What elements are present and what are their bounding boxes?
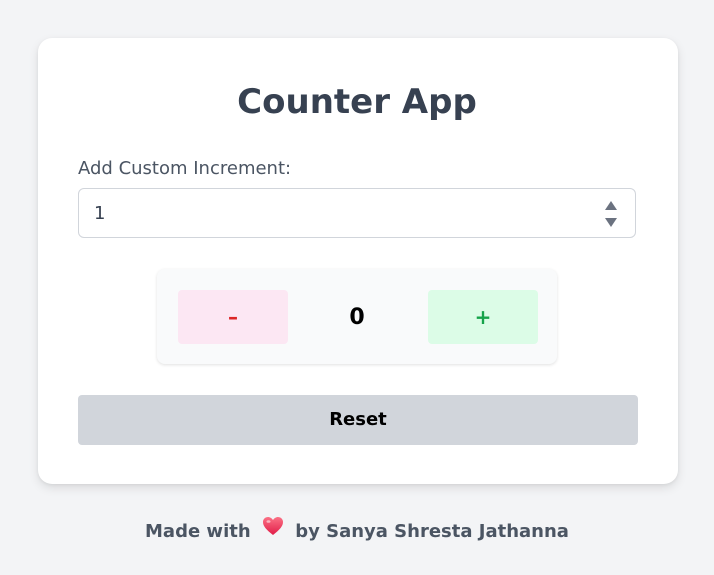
footer-credit: Made with by Sanya Shresta Jathanna bbox=[0, 516, 714, 546]
count-display: 0 bbox=[349, 305, 365, 330]
page-title: Counter App bbox=[237, 82, 477, 122]
increment-input[interactable]: 1 bbox=[78, 188, 636, 238]
number-spinner[interactable] bbox=[605, 201, 617, 227]
increment-label: Add Custom Increment: bbox=[78, 158, 292, 179]
footer-suffix: by Sanya Shresta Jathanna bbox=[295, 521, 569, 542]
spinner-up-icon[interactable] bbox=[605, 201, 617, 210]
reset-button[interactable]: Reset bbox=[78, 395, 638, 445]
counter-panel: – 0 + bbox=[157, 269, 557, 364]
increment-button[interactable]: + bbox=[428, 290, 538, 344]
increment-input-value: 1 bbox=[94, 203, 106, 224]
heart-icon bbox=[262, 516, 284, 544]
footer-prefix: Made with bbox=[145, 521, 251, 542]
spinner-down-icon[interactable] bbox=[605, 218, 617, 227]
decrement-button[interactable]: – bbox=[178, 290, 288, 344]
